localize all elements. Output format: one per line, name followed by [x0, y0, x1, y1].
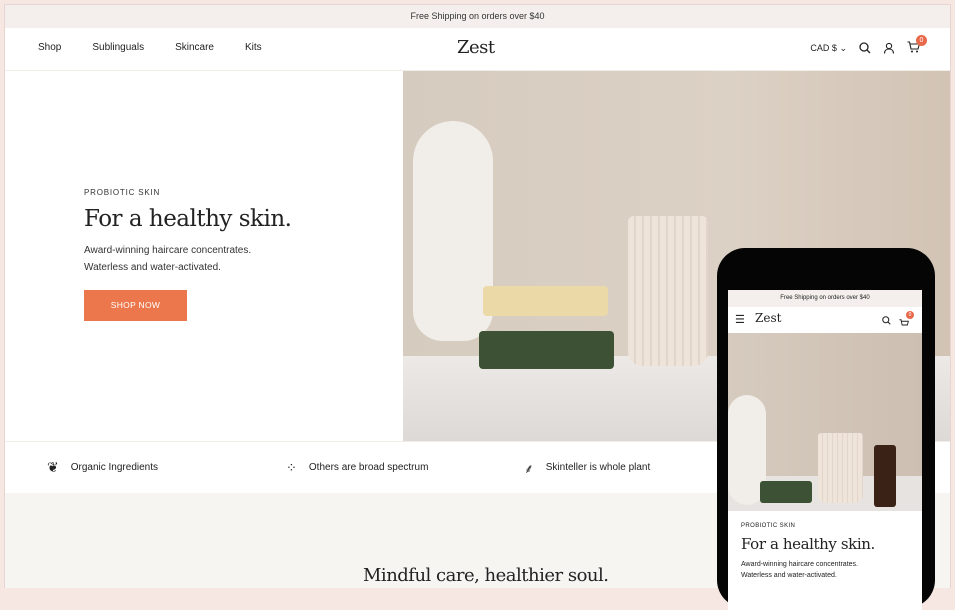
cart-button[interactable]: 0	[907, 35, 927, 55]
main-nav: Shop Sublinguals Skincare Kits	[38, 42, 262, 53]
nav-shop[interactable]: Shop	[38, 42, 61, 53]
header: Shop Sublinguals Skincare Kits Zest CAD …	[5, 28, 950, 71]
shop-now-button[interactable]: SHOP NOW	[84, 290, 187, 321]
plant-icon: ⸙	[524, 460, 534, 476]
search-icon[interactable]	[859, 42, 871, 54]
currency-selector[interactable]: CAD $ ⌄	[810, 43, 847, 54]
feature-item: ❦ Organic Ingredients	[47, 459, 159, 475]
announcement-bar: Free Shipping on orders over $40	[5, 5, 950, 28]
mobile-hero-sub1: Award-winning haircare concentrates.	[741, 561, 858, 568]
mobile-logo[interactable]: Zest	[755, 311, 781, 325]
nav-skincare[interactable]: Skincare	[175, 42, 214, 53]
leaf-icon: ❦	[47, 459, 59, 475]
cart-count-badge: 0	[916, 35, 927, 46]
logo[interactable]: Zest	[457, 37, 495, 58]
mobile-hero-image	[728, 333, 922, 511]
mobile-hero-eyebrow: PROBIOTIC SKIN	[741, 523, 796, 529]
section-title: Mindful care, healthier soul.	[363, 565, 609, 586]
mobile-hero-sub2: Waterless and water-activated.	[741, 572, 837, 579]
account-icon[interactable]	[883, 42, 895, 54]
phone-mockup: Free Shipping on orders over $40 ☰ Zest …	[717, 248, 935, 610]
chevron-down-icon: ⌄	[839, 42, 847, 53]
phone-screen: Free Shipping on orders over $40 ☰ Zest …	[728, 290, 922, 610]
hero-subtitle-line1: Award-winning haircare concentrates.	[84, 245, 252, 256]
sparkle-dots-icon: ⁘	[286, 459, 297, 475]
mobile-header: ☰ Zest 0	[728, 307, 922, 333]
mobile-hero-title: For a healthy skin.	[741, 535, 875, 553]
mobile-announcement-bar: Free Shipping on orders over $40	[728, 290, 922, 307]
hero-subtitle-line2: Waterless and water-activated.	[84, 262, 221, 273]
mobile-search-icon[interactable]	[882, 316, 891, 325]
mobile-cart-badge: 0	[906, 311, 914, 319]
menu-icon[interactable]: ☰	[735, 313, 745, 326]
mobile-cart-button[interactable]: 0	[899, 311, 914, 333]
hero-eyebrow: PROBIOTIC SKIN	[84, 188, 161, 197]
feature-item: ⁘ Others are broad spectrum	[286, 459, 429, 475]
mobile-cart-icon	[899, 319, 909, 326]
nav-kits[interactable]: Kits	[245, 42, 262, 53]
nav-sublinguals[interactable]: Sublinguals	[92, 42, 144, 53]
hero-title: For a healthy skin.	[84, 206, 292, 232]
feature-item: ⸙ Skinteller is whole plant	[524, 460, 651, 476]
